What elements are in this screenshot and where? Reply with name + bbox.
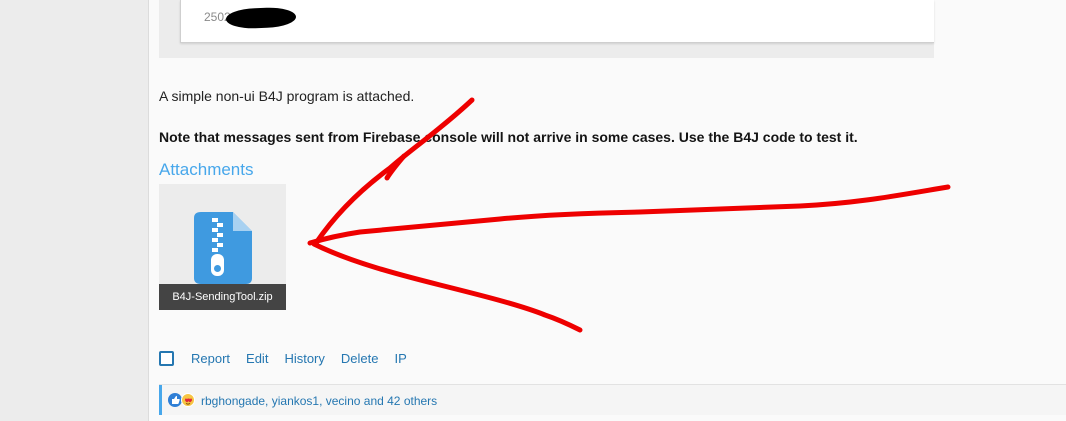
report-link[interactable]: Report [191, 351, 230, 366]
select-post-checkbox[interactable] [159, 350, 174, 366]
post-paragraph-2: Note that messages sent from Firebase co… [159, 129, 858, 145]
ip-link[interactable]: IP [394, 351, 406, 366]
reactions-accent-bar [159, 385, 162, 415]
reactions-summary-link[interactable]: rbghongade, yiankos1, vecino and 42 othe… [201, 394, 437, 408]
reactions-bar: rbghongade, yiankos1, vecino and 42 othe… [159, 384, 1066, 415]
code-block [180, 0, 934, 43]
attachment-tile[interactable]: B4J-SendingTool.zip [159, 184, 286, 310]
edit-link[interactable]: Edit [246, 351, 268, 366]
post-paragraph-1: A simple non-ui B4J program is attached. [159, 88, 415, 104]
delete-link[interactable]: Delete [341, 351, 379, 366]
attachment-filename[interactable]: B4J-SendingTool.zip [159, 284, 286, 310]
zip-file-icon [194, 212, 252, 284]
attachments-heading: Attachments [159, 160, 254, 179]
left-gutter [0, 0, 148, 421]
history-link[interactable]: History [284, 351, 324, 366]
love-icon [181, 393, 195, 407]
like-icon [168, 393, 182, 407]
post-actions-bar: Report Edit History Delete IP [159, 349, 423, 367]
